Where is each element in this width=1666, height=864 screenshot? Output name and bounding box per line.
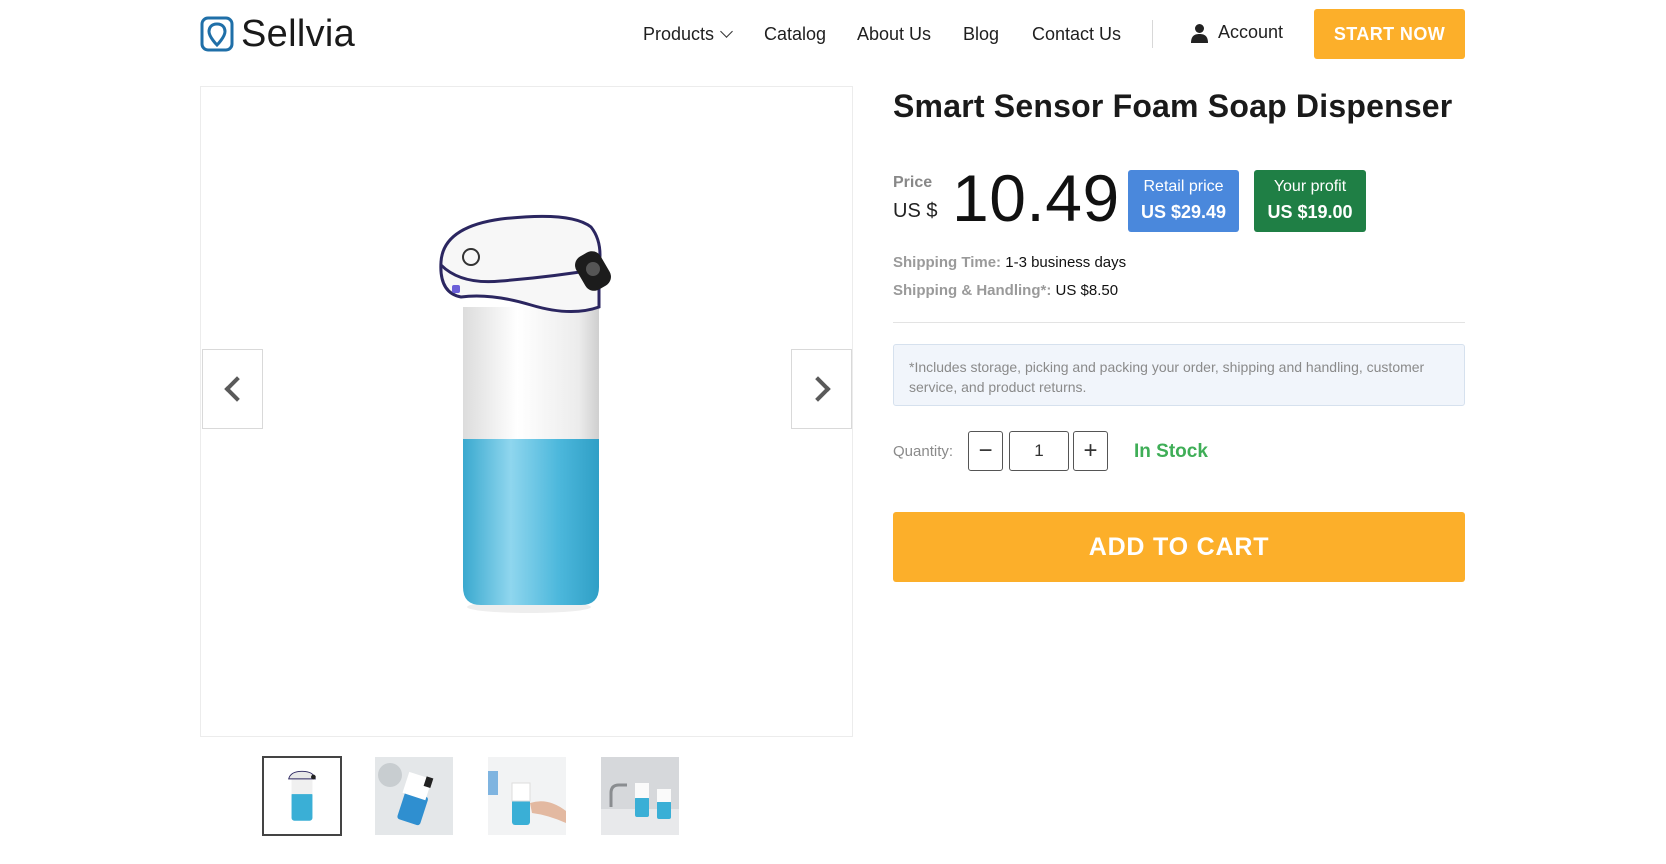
stock-status: In Stock [1134, 441, 1208, 462]
shipping-time-value: 1-3 business days [1005, 254, 1127, 271]
quantity-input[interactable] [1009, 431, 1069, 471]
section-divider [893, 322, 1465, 323]
thumbnail-3[interactable] [488, 757, 566, 835]
shipping-time-row: Shipping Time: 1-3 business days [893, 254, 1126, 271]
price-value: 10.49 [952, 161, 1120, 235]
logo[interactable]: Sellvia [200, 12, 356, 55]
previous-image-button[interactable] [202, 349, 263, 429]
chevron-left-icon [223, 376, 250, 402]
retail-price-label: Retail price [1143, 178, 1224, 195]
product-main-image [439, 214, 611, 613]
nav-item-about-us[interactable]: About Us [857, 22, 931, 46]
thumbnail-image [288, 770, 316, 821]
next-image-button[interactable] [791, 349, 852, 429]
chevron-down-icon [720, 25, 733, 38]
thumbnail-image [375, 757, 453, 835]
price-currency: US $ [893, 200, 938, 222]
thumbnail-4[interactable] [601, 757, 679, 835]
shipping-note: *Includes storage, picking and packing y… [893, 344, 1465, 406]
shipping-handling-label: Shipping & Handling*: [893, 282, 1052, 299]
retail-price-badge: Retail price US $29.49 [1128, 170, 1239, 232]
quantity-label: Quantity: [893, 443, 954, 460]
shipping-handling-value: US $8.50 [1055, 282, 1119, 299]
thumbnail-image [601, 757, 679, 835]
site-header: Sellvia Products Catalog About Us Blog C… [0, 0, 1666, 68]
product-image-gallery [200, 86, 853, 737]
profit-badge: Your profit US $19.00 [1254, 170, 1366, 232]
quantity-increase-button[interactable]: + [1073, 431, 1108, 471]
start-now-button[interactable]: START NOW [1314, 9, 1465, 59]
nav-item-products[interactable]: Products [643, 22, 733, 46]
shipping-handling-row: Shipping & Handling*: US $8.50 [893, 282, 1118, 299]
price-label: Price [893, 174, 933, 191]
nav-item-blog[interactable]: Blog [963, 22, 999, 46]
user-icon [1191, 23, 1208, 43]
nav-item-contact-us[interactable]: Contact Us [1032, 22, 1121, 46]
thumbnail-2[interactable] [375, 757, 453, 835]
nav-item-catalog[interactable]: Catalog [764, 22, 826, 46]
product-title: Smart Sensor Foam Soap Dispenser [893, 88, 1453, 124]
add-to-cart-button[interactable]: ADD TO CART [893, 512, 1465, 582]
thumbnail-image [488, 757, 566, 835]
account-link[interactable]: Account [1190, 22, 1283, 43]
nav-divider [1152, 20, 1153, 48]
chevron-right-icon [804, 376, 831, 402]
account-label: Account [1218, 22, 1284, 42]
quantity-decrease-button[interactable]: − [968, 431, 1003, 471]
thumbnail-1[interactable] [262, 756, 342, 836]
logo-text: Sellvia [241, 12, 356, 55]
nav-item-label: Products [643, 24, 715, 44]
shipping-time-label: Shipping Time: [893, 254, 1002, 271]
profit-value: US $19.00 [1267, 202, 1353, 222]
profit-label: Your profit [1273, 178, 1347, 195]
retail-price-value: US $29.49 [1140, 202, 1227, 222]
map-pin-logo-icon [200, 16, 234, 52]
